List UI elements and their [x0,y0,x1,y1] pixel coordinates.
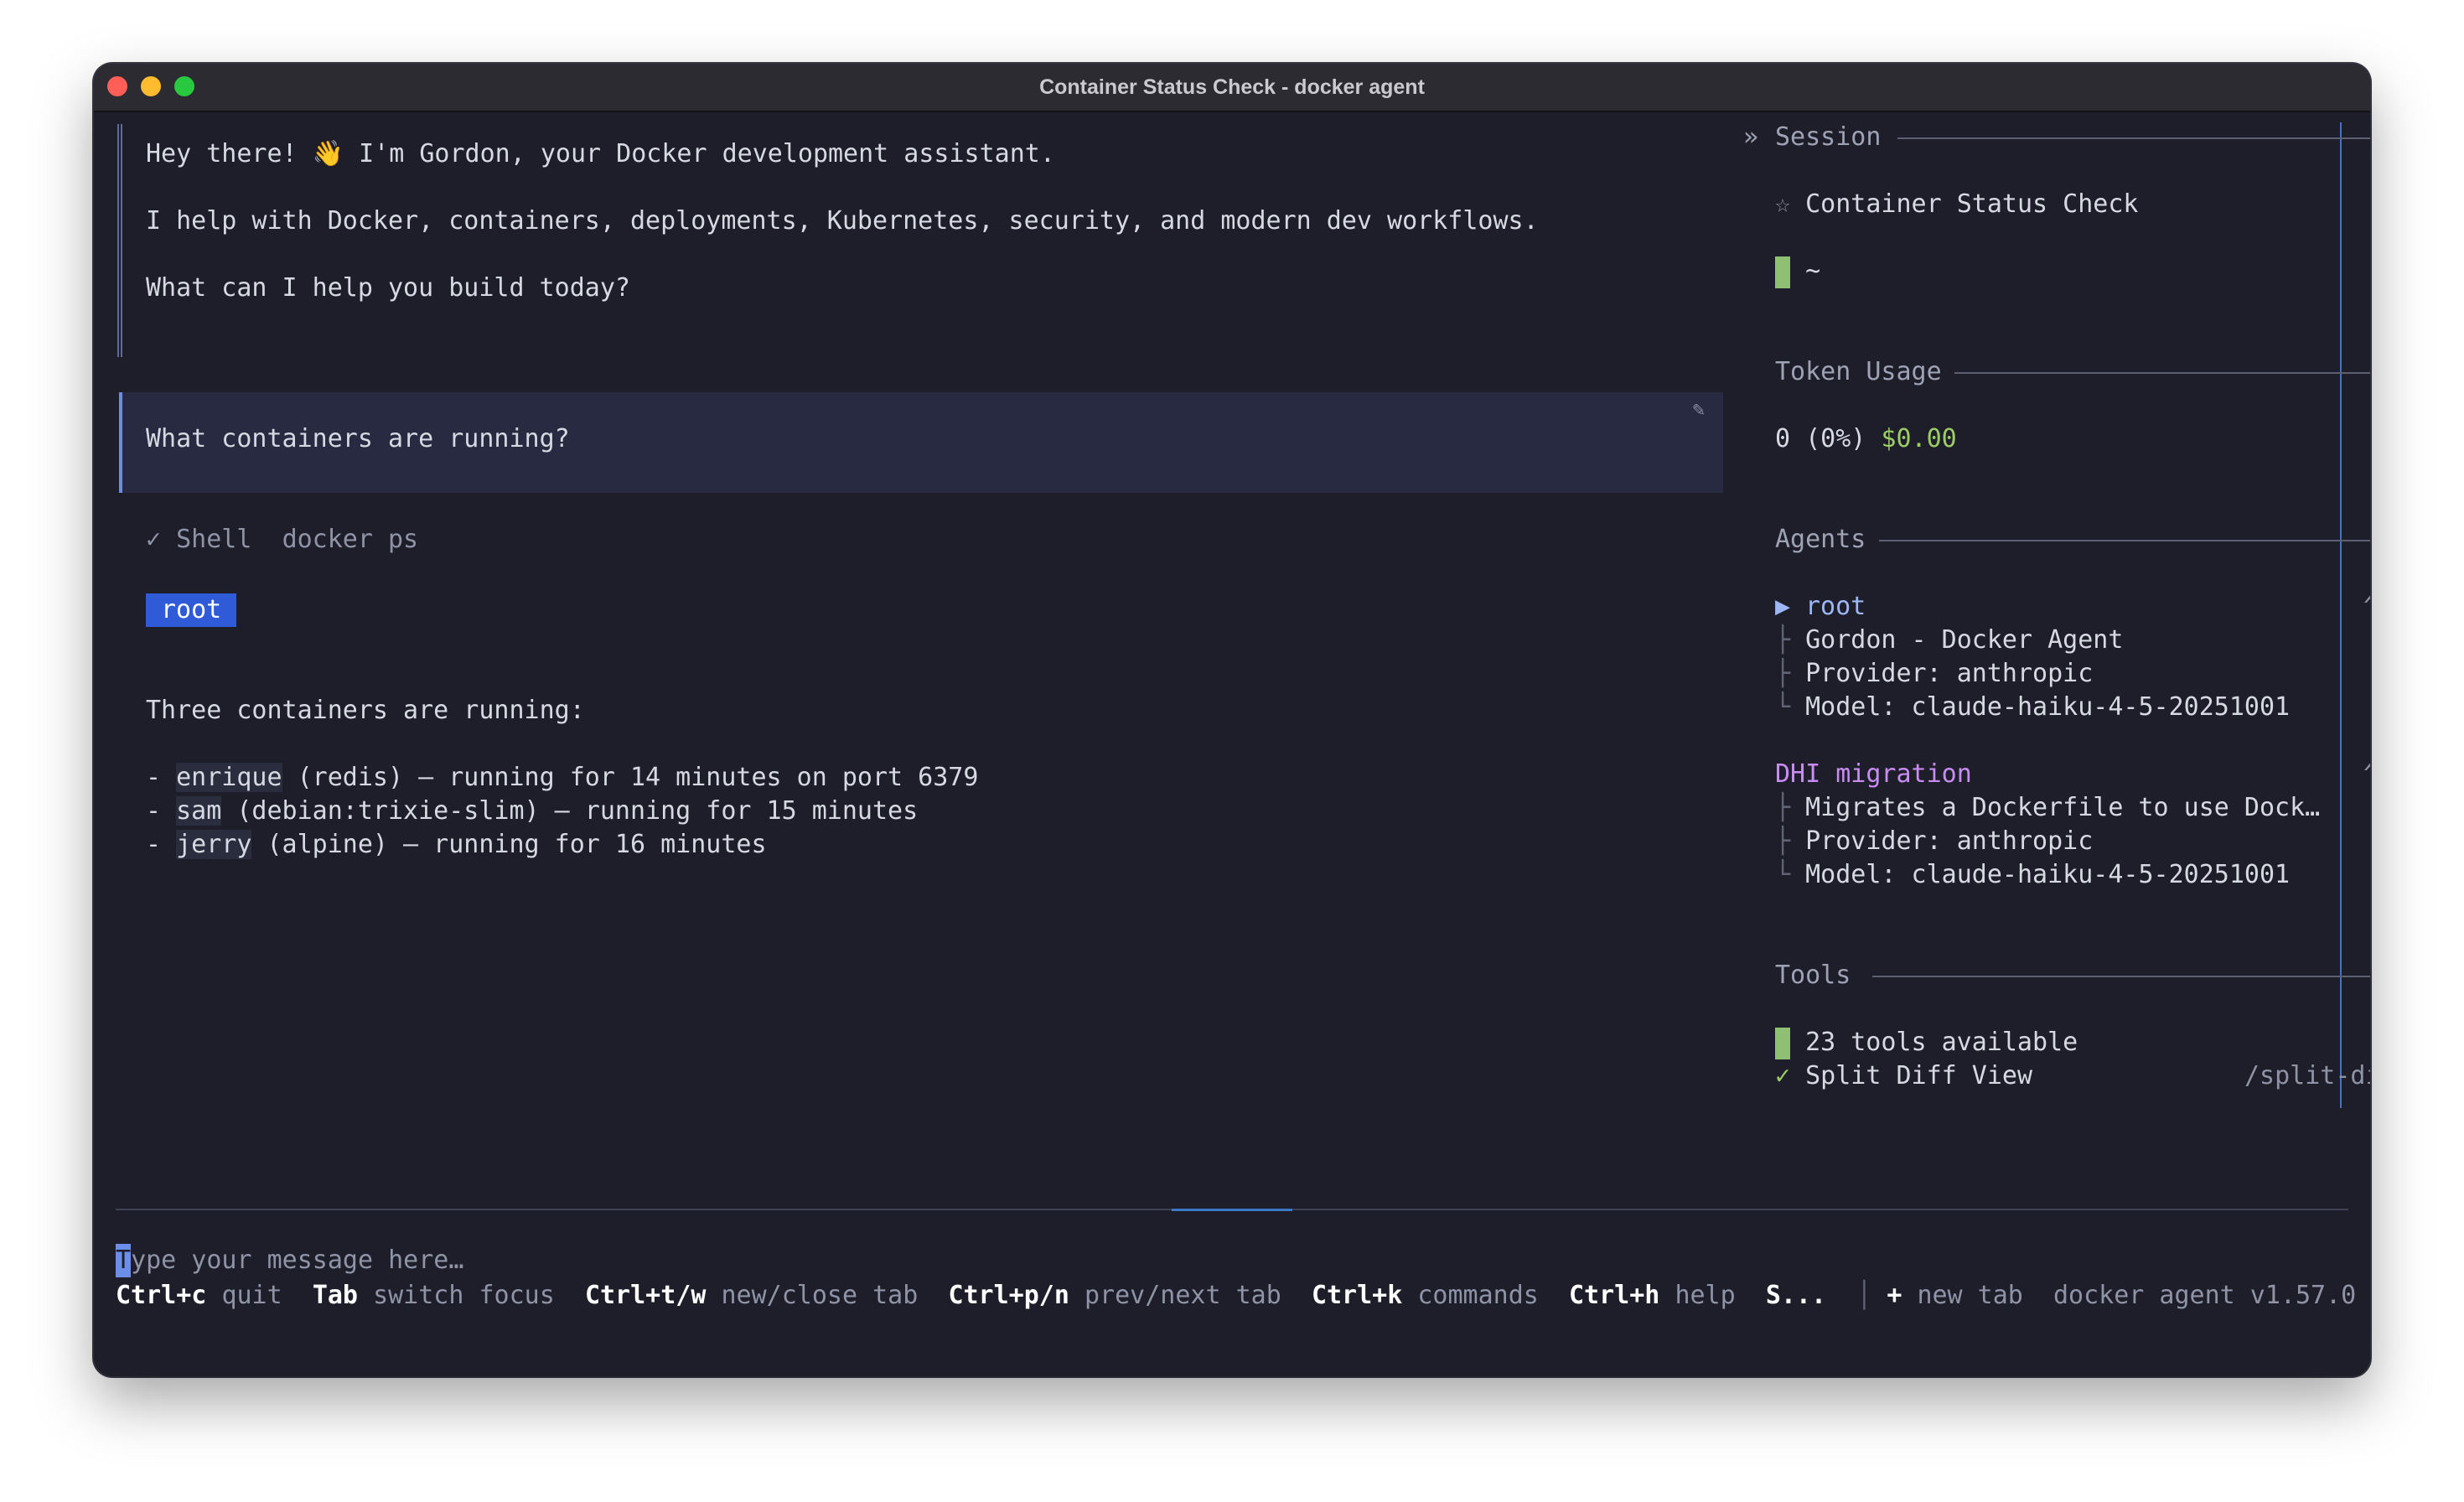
shortcut-commands[interactable]: Ctrl+k commands [1312,1281,1539,1310]
tools-title: Tools [1775,961,1851,990]
terminal-content: Hey there! 👋 I'm Gordon, your Docker dev… [94,112,2370,1376]
container-name: jerry [176,830,252,859]
check-icon: ✓ [1775,1061,1791,1090]
agent-detail: ├ Gordon - Docker Agent [1775,625,2124,655]
agents-rule [1879,540,2370,541]
footer-bar: Ctrl+c quit Tab switch focus Ctrl+t/w ne… [116,1279,2356,1313]
agent-name: root [1805,592,1866,621]
tools-available: 23 tools available [1775,1026,2078,1059]
agent-shortcut: ^1 [2363,590,2370,624]
split-diff-toggle[interactable]: ✓ Split Diff View [1775,1059,2032,1093]
agent-detail: ├ Provider: anthropic [1775,659,2094,688]
shortcut-switch-focus[interactable]: Tab switch focus [313,1281,555,1310]
container-item: - enrique (redis) — running for 14 minut… [146,763,979,792]
user-message-text: What containers are running? [146,424,570,453]
agent-badge: root [146,593,237,627]
input-divider-accent [1172,1209,1292,1211]
agent-shortcut: ^2 [2363,758,2370,791]
shortcut-prev-next-tab[interactable]: Ctrl+p/n prev/next tab [948,1281,1281,1310]
agent-active-marker-icon: ▶ [1775,592,1791,621]
container-item: - sam (debian:trixie-slim) — running for… [146,796,919,826]
sidebar-collapse-icon[interactable]: » [1743,121,1758,154]
text-cursor: T [116,1244,132,1277]
status-block-icon [1775,256,1790,288]
session-dir: ~ [1775,255,1820,288]
input-placeholder: ype your message here… [131,1246,464,1275]
token-cost: $0.00 [1881,424,1957,453]
container-name: enrique [176,763,282,792]
terminal-window: Container Status Check - docker agent He… [94,64,2370,1376]
agents-title: Agents [1775,525,1866,554]
token-usage-value: 0 (0%) $0.00 [1775,424,1957,453]
welcome-line-3: What can I help you build today? [146,273,630,303]
session-name: ☆ Container Status Check [1775,189,2139,219]
session-title: Session [1775,122,1882,152]
tool-call[interactable]: ✓ Shell docker ps [146,523,418,557]
split-diff-command: /split-diff [2244,1061,2370,1090]
welcome-border [117,124,122,357]
user-message-border [119,392,122,493]
token-usage-rule [1954,372,2370,374]
tool-command: docker ps [282,525,419,554]
window-title: Container Status Check - docker agent [1039,75,1425,99]
edit-pencil-icon[interactable]: ✎ [1693,397,1705,421]
sidebar-divider[interactable] [2340,122,2342,1108]
shortcut-quit[interactable]: Ctrl+c quit [116,1281,282,1310]
container-name: sam [176,796,222,826]
footer-separator: │ [1856,1281,1872,1310]
title-bar: Container Status Check - docker agent [94,64,2370,112]
session-rule [1897,137,2370,139]
agent-name: DHI migration [1775,759,1972,789]
new-tab-button[interactable]: + new tab [1887,1281,2023,1310]
shortcut-new-close-tab[interactable]: Ctrl+t/w new/close tab [585,1281,918,1310]
check-icon: ✓ [146,525,162,554]
status-block-icon [1775,1027,1790,1059]
tool-name: Shell [176,525,252,554]
response-intro: Three containers are running: [146,696,585,725]
agent-detail: ├ Provider: anthropic [1775,826,2094,856]
shortcut-more[interactable]: S... [1766,1281,1826,1310]
token-usage-title: Token Usage [1775,357,1942,386]
container-item: - jerry (alpine) — running for 16 minute… [146,830,767,859]
message-input[interactable]: Type your message here… [116,1244,463,1277]
welcome-line-2: I help with Docker, containers, deployme… [146,206,1539,236]
star-icon: ☆ [1775,189,1791,219]
agent-detail: └ Model: claude-haiku-4-5-20251001 [1775,860,2291,889]
user-message[interactable]: What containers are running? ✎ [119,392,1723,493]
agent-detail: └ Model: claude-haiku-4-5-20251001 [1775,692,2291,722]
tools-rule [1872,976,2370,977]
shortcut-help[interactable]: Ctrl+h help [1569,1281,1736,1310]
welcome-line-1: Hey there! 👋 I'm Gordon, your Docker dev… [146,139,1055,168]
agent-detail: ├ Migrates a Dockerfile to use Dock… [1775,793,2321,822]
app-version: docker agent v1.57.0 [2053,1281,2357,1310]
